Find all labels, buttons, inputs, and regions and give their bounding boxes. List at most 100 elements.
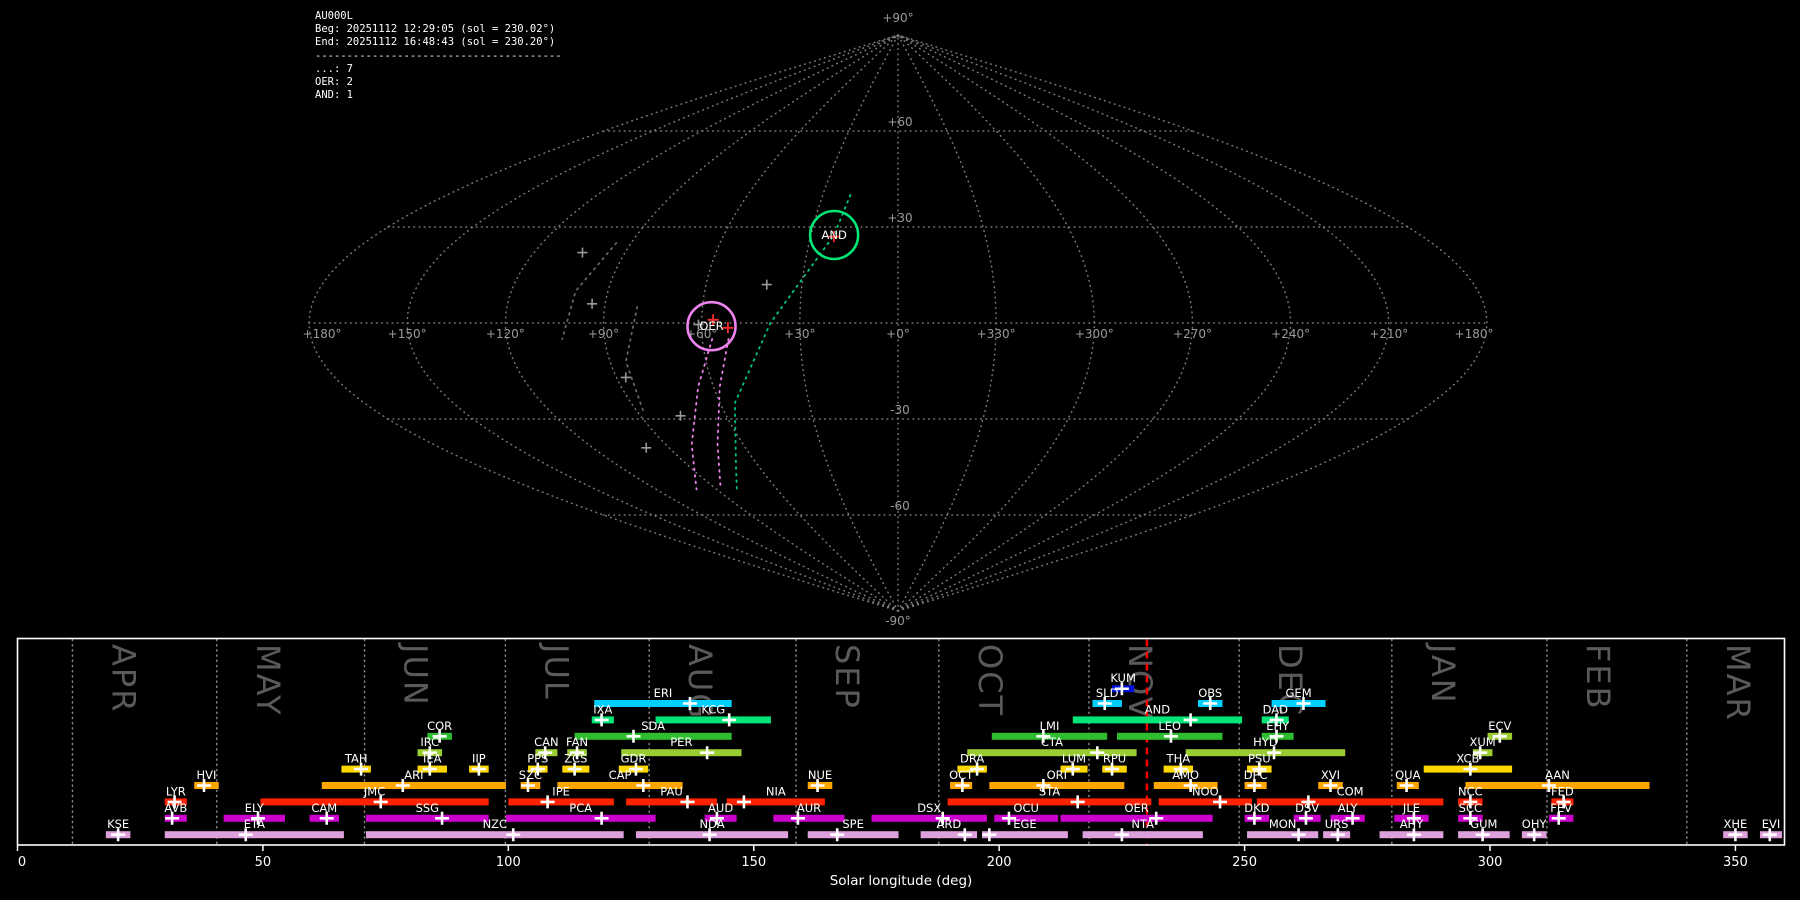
shower-code-label: NDA	[699, 817, 724, 831]
shower-code-label: NTA	[1131, 817, 1154, 831]
shower-code-label: ORI	[1047, 768, 1067, 782]
map-ra-label: +180°	[303, 327, 342, 341]
scene-canvas: +180° +150° +120° +90° +60° +30° +0° +330° +300°…	[16, 11, 1786, 889]
sporadic-meteor-mark	[587, 298, 598, 309]
observation-info-panel: AU000L Beg: 20251112 12:29:05 (sol = 230…	[315, 10, 562, 102]
map-ra-label: +90°	[588, 327, 619, 341]
shower-code-label: PSU	[1248, 752, 1271, 766]
shower-code-label: FAN	[566, 735, 588, 749]
map-ra-label: +150°	[388, 327, 427, 341]
shower-code-label: EVI	[1762, 817, 1781, 831]
shower-code-label: XUM	[1470, 735, 1496, 749]
month-label: OCT	[971, 644, 1009, 717]
shower-peak-mark	[1114, 828, 1129, 842]
shower-radiant-code: AND	[821, 228, 846, 242]
shower-code-label: DAD	[1263, 702, 1289, 716]
shower-activity-bar	[807, 831, 899, 839]
shower-code-label: SSG	[416, 801, 440, 815]
shower-code-label: AHY	[1400, 817, 1425, 831]
shower-peak-mark	[636, 779, 651, 792]
shower-code-label: AVB	[164, 801, 187, 815]
shower-radiant-code: OER	[699, 319, 723, 333]
map-meridian	[897, 34, 1390, 612]
sporadic-meteor-mark	[577, 247, 588, 258]
shower-code-label: AMO	[1172, 768, 1199, 782]
shower-code-label: IEA	[423, 752, 442, 766]
shower-code-label: ZCS	[564, 752, 587, 766]
shower-code-label: LEO	[1158, 719, 1181, 733]
shower-activity-bar	[947, 798, 1152, 806]
count-oer: OER: 2	[315, 76, 353, 89]
shower-code-label: ALY	[1338, 801, 1359, 815]
shower-peak-mark	[594, 811, 609, 825]
shower-code-label: NUE	[808, 768, 832, 782]
shower-activity-bar	[321, 782, 506, 789]
shower-code-label: ECV	[1488, 719, 1511, 733]
shower-code-label: OER	[1124, 801, 1148, 815]
shower-code-label: QUA	[1395, 768, 1420, 782]
shower-activity-bar	[164, 831, 344, 839]
map-ra-label: +120°	[486, 327, 525, 341]
shower-peak-mark	[982, 828, 997, 842]
shower-code-label: EHY	[1266, 719, 1290, 733]
shower-code-label: LMI	[1040, 719, 1060, 733]
map-dec-label: -60	[890, 499, 910, 513]
month-label: APR	[104, 644, 142, 713]
map-ra-label: +0°	[886, 327, 910, 341]
month-label: JUL	[537, 642, 575, 701]
shower-code-label: JMC	[363, 784, 385, 798]
shower-code-label: OCU	[1013, 801, 1039, 815]
shower-code-label: IPE	[552, 784, 570, 798]
count-sporadic: ...: 7	[315, 62, 353, 75]
shower-code-label: GUM	[1470, 817, 1497, 831]
shower-code-label: MON	[1269, 817, 1297, 831]
map-ra-label: +30°	[784, 327, 815, 341]
shower-code-label: AND	[1145, 702, 1170, 716]
shower-activity-bar	[508, 798, 614, 806]
shower-code-label: CTA	[1041, 735, 1063, 749]
month-label: SEP	[828, 644, 866, 710]
shower-code-label: DSX	[917, 801, 941, 815]
shower-code-label: IIP	[472, 752, 486, 766]
shower-code-label: NOO	[1192, 784, 1219, 798]
count-and: AND: 1	[315, 89, 353, 102]
shower-code-label: DRA	[960, 752, 984, 766]
shower-code-label: DKD	[1244, 801, 1269, 815]
shower-code-label: THA	[1166, 752, 1191, 766]
shower-code-label: STA	[1039, 784, 1060, 798]
shower-code-label: FED	[1551, 784, 1574, 798]
shower-code-label: SCC	[1459, 801, 1482, 815]
sporadic-meteor-mark	[641, 442, 652, 453]
shower-code-label: FEV	[1550, 801, 1572, 815]
shower-peak-mark	[626, 729, 641, 743]
shower-code-label: COR	[427, 719, 452, 733]
x-axis-tick-label: 250	[1232, 855, 1257, 870]
separator: ---------------------------------------	[315, 49, 562, 62]
shower-activity-bar	[1247, 831, 1319, 839]
shower-activity-bar	[773, 814, 845, 822]
session-begin: Beg: 20251112 12:29:05 (sol = 230.02°)	[315, 23, 556, 36]
map-ra-label: +330°	[977, 327, 1016, 341]
shower-code-label: PCA	[569, 801, 592, 815]
shower-code-label: TAH	[344, 752, 368, 766]
shower-peak-mark	[736, 795, 751, 809]
shower-code-label: XHE	[1724, 817, 1748, 831]
shower-code-label: IXA	[593, 702, 612, 716]
session-end: End: 20251112 16:48:43 (sol = 230.20°)	[315, 36, 556, 49]
shower-code-label: ARI	[404, 768, 423, 782]
shower-peak-mark	[506, 828, 521, 842]
x-axis-tick-label: 50	[255, 855, 272, 870]
map-ra-label: +210°	[1369, 327, 1408, 341]
x-axis-tick-label: 200	[987, 855, 1012, 870]
radiant-drift-trail	[690, 338, 714, 491]
map-pole-label-north: +90°	[882, 11, 913, 25]
shower-activity-bar	[365, 814, 489, 822]
shower-code-label: SPE	[842, 817, 864, 831]
shower-code-label: HVI	[197, 768, 217, 782]
x-axis-tick-label: 100	[496, 855, 521, 870]
shower-code-label: RPU	[1103, 752, 1126, 766]
shower-peak-mark	[700, 746, 715, 760]
shower-peak-mark	[1183, 713, 1198, 727]
x-axis-tick-label: 350	[1723, 855, 1748, 870]
shower-code-label: NCC	[1458, 784, 1483, 798]
